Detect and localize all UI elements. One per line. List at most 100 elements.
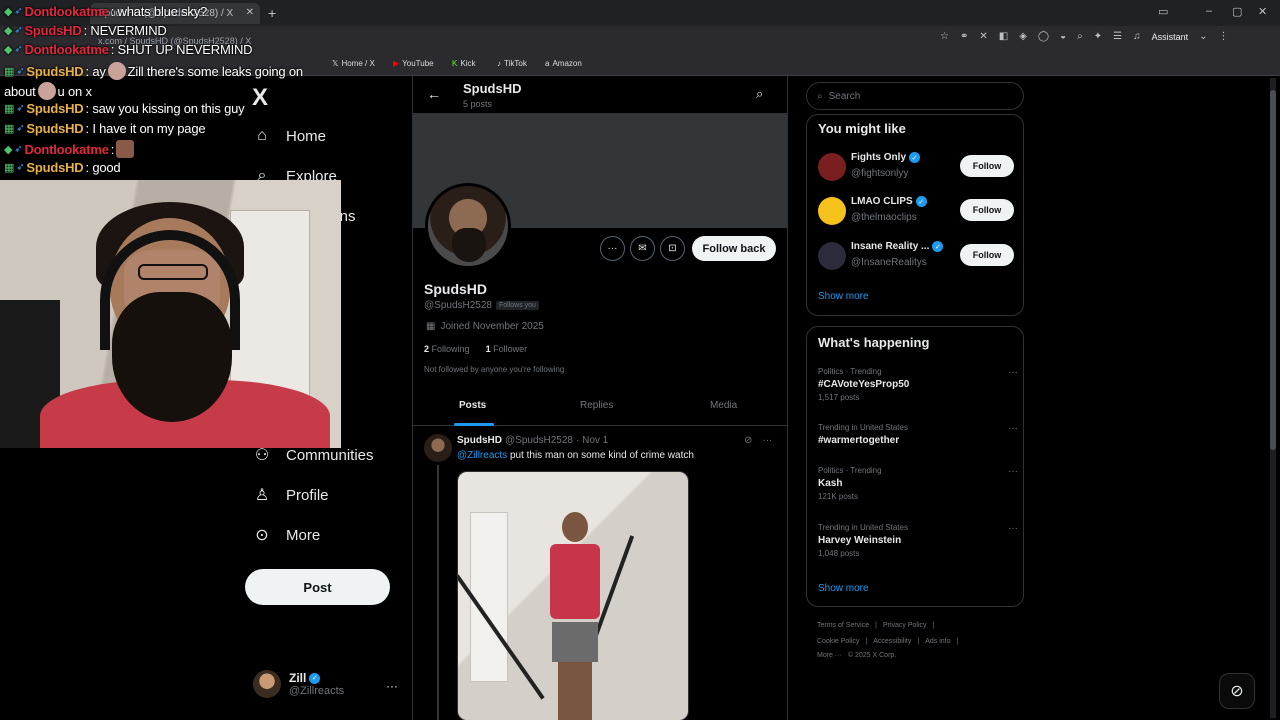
new-tab-icon[interactable]: + [268,5,276,21]
tweet-avatar[interactable] [424,434,452,462]
footer-privacy[interactable]: Privacy Policy [883,622,927,629]
menu-icon[interactable]: ☰ [1113,31,1122,42]
footer-terms[interactable]: Terms of Service [817,622,869,629]
chat-badge-icon: ➶ [16,103,25,114]
toolbar-icons: ☆ ⚭ ✕ ◧ ◈ ◯ ◒ ⌕ ✦ ☰ ♫ Assistant ⌄ ⋮ [940,31,1229,42]
footer-more[interactable]: More ··· [817,652,842,659]
more-vert-icon[interactable]: ⋮ [1219,31,1229,42]
zoom-icon[interactable]: ⌕ [1077,31,1083,42]
avatar [253,670,281,698]
nav-more[interactable]: ⊙ More [252,522,320,548]
x-logo-icon: 𝕏 [332,59,339,68]
audio-icon[interactable]: ♫ [1133,31,1141,42]
chat-message: ◆ ➶ SpudsHD: NEVERMIND [4,23,167,38]
tweet-text: @Zillreacts put this man on some kind of… [457,450,694,461]
chat-badge-icon: ◆ [4,44,13,56]
subscribe-button[interactable]: ⊡ [660,236,685,261]
trend-item[interactable]: Politics · Trending #CAVoteYesProp50 1,5… [818,367,1018,402]
link-icon[interactable]: ⚭ [960,31,968,42]
sidebar-toggle-icon[interactable]: ▭ [1158,5,1168,18]
tab-close-icon[interactable]: ✕ [246,7,254,18]
show-more-link[interactable]: Show more [818,583,869,594]
bookmark-star-icon[interactable]: ☆ [940,31,949,42]
follow-button[interactable]: Follow [960,199,1014,221]
gamepad-icon[interactable]: ◒ [1060,31,1066,42]
trend-more-icon[interactable]: ··· [1008,423,1018,434]
footer-ads-info[interactable]: Ads info [925,638,950,645]
chat-message: ▦ ➶ SpudsHD: I have it on my page [4,121,206,136]
tweet-author[interactable]: SpudsHD [457,435,502,446]
header-post-count: 5 posts [463,99,493,109]
account-name: Zill [289,671,307,685]
message-button[interactable]: ✉ [630,236,655,261]
more-icon: ⊙ [255,527,269,544]
verified-icon: ✓ [309,672,321,684]
chat-badge-icon: ▦ [4,123,15,135]
scrollbar-thumb[interactable] [1270,90,1276,450]
footer-cookie[interactable]: Cookie Policy [817,638,859,645]
tab-media[interactable]: Media [710,400,737,411]
following-link[interactable]: 2 Following [424,344,470,354]
account-more-icon[interactable]: ··· [386,679,398,693]
tweet-date[interactable]: · Nov 1 [576,435,608,446]
footer-accessibility[interactable]: Accessibility [873,638,911,645]
post-button[interactable]: Post [245,569,390,605]
profile-icon: ♙ [254,487,270,504]
nav-home[interactable]: ⌂ Home [252,123,326,149]
grok-icon[interactable]: ⊘ [1219,673,1255,709]
trend-more-icon[interactable]: ··· [1008,466,1018,477]
x-logo-icon[interactable]: X [252,84,274,111]
bookmark-kick[interactable]: K Kick [452,59,475,68]
follow-button[interactable]: Follow [960,155,1014,177]
follow-back-button[interactable]: Follow back [692,236,776,261]
suggestion-item[interactable]: Fights Only ✓ @fightsonlyy Follow [818,150,1018,184]
followers-link[interactable]: 1 Follower [486,344,528,354]
suggestion-item[interactable]: Insane Reality ... ✓ @InsaneRealitys Foll… [818,239,1018,273]
card-title: What's happening [818,335,930,350]
nav-profile[interactable]: ♙ Profile [252,482,329,508]
footer-links: More ··· © 2025 X Corp. [817,652,896,659]
tweet-more-icon[interactable]: ··· [762,435,772,446]
maximize-icon[interactable]: ▢ [1232,5,1242,18]
chat-message: about u on x [4,82,92,100]
bookmark-tiktok[interactable]: ♪ TikTok [497,59,527,68]
tweet-handle[interactable]: @SpudsH2528 [505,435,573,446]
tiktok-icon: ♪ [497,59,501,68]
tab-replies[interactable]: Replies [580,400,613,411]
profile-avatar[interactable] [425,183,511,269]
close-window-icon[interactable]: ✕ [1258,5,1267,18]
tweet-mention[interactable]: @Zillreacts [457,450,507,461]
tweet-media-image[interactable] [457,471,689,720]
more-options-button[interactable]: ··· [600,236,625,261]
chat-icon[interactable]: ◯ [1038,31,1049,42]
search-input[interactable]: ⌕ Search [806,82,1024,110]
minimize-icon[interactable]: – [1206,5,1212,17]
trend-item[interactable]: Trending in United States Harvey Weinste… [818,523,1018,558]
chevron-down-icon[interactable]: ⌄ [1199,31,1207,42]
extension-icon[interactable]: ◧ [999,31,1008,42]
tab-posts[interactable]: Posts [459,400,486,411]
back-arrow-icon[interactable]: ← [427,86,441,102]
kick-icon: K [452,59,458,68]
shield-icon[interactable]: ◈ [1019,31,1027,42]
chat-badge-icon: ➶ [16,162,25,173]
assistant-button[interactable]: Assistant [1152,32,1189,42]
grok-icon[interactable]: ⊘ [744,435,752,446]
suggestion-item[interactable]: LMAO CLIPS ✓ @thelmaoclips Follow [818,194,1018,228]
account-switcher[interactable]: Zill ✓ @Zillreacts [253,670,344,698]
chat-badge-icon: ➶ [16,65,25,77]
search-icon[interactable]: ⌕ [756,86,763,102]
bookmark-youtube[interactable]: ▶ YouTube [393,59,434,68]
trend-more-icon[interactable]: ··· [1008,367,1018,378]
chat-badge-icon: ➶ [14,44,23,55]
show-more-link[interactable]: Show more [818,291,869,302]
follow-button[interactable]: Follow [960,244,1014,266]
bookmark-amazon[interactable]: a Amazon [545,59,582,68]
x-extension-icon[interactable]: ✕ [979,31,987,42]
puzzle-icon[interactable]: ✦ [1094,31,1102,42]
bookmark-home-x[interactable]: 𝕏 Home / X [332,59,375,68]
trend-more-icon[interactable]: ··· [1008,523,1018,534]
trend-item[interactable]: Trending in United States #warmertogethe… [818,423,1018,446]
trend-item[interactable]: Politics · Trending Kash 121K posts ··· [818,466,1018,501]
profile-handle: @SpudsH2528 [424,300,492,311]
